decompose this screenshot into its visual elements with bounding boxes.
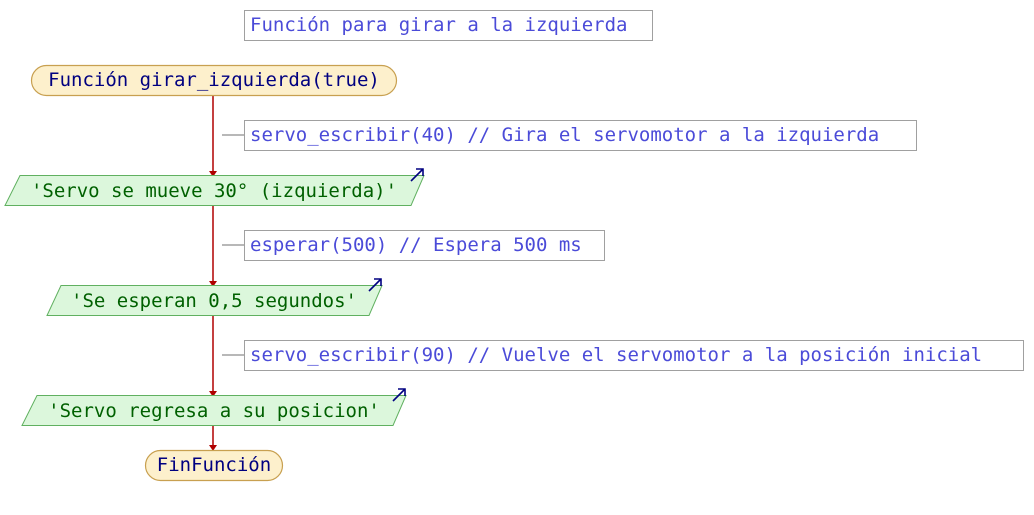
flowchart-diagram: Función para girar a la izquierda Funció… <box>4 10 1024 482</box>
instruction-step-1[interactable]: servo_escribir(40) // Gira el servomotor… <box>222 120 917 151</box>
title-comment-text: Función para girar a la izquierda <box>250 14 628 36</box>
title-comment[interactable]: Función para girar a la izquierda <box>244 10 653 41</box>
start-terminal[interactable]: Función girar_izquierda(true) <box>30 64 398 97</box>
instruction-text-3: servo_escribir(90) // Vuelve el servomot… <box>250 344 982 366</box>
output-text-2: 'Se esperan 0,5 segundos' <box>71 290 357 312</box>
instruction-step-3[interactable]: servo_escribir(90) // Vuelve el servomot… <box>222 340 1024 371</box>
output-text-3: 'Servo regresa a su posicion' <box>48 400 380 422</box>
output-text-1: 'Servo se mueve 30° (izquierda)' <box>31 180 397 202</box>
instruction-text-1: servo_escribir(40) // Gira el servomotor… <box>250 124 879 146</box>
instruction-text-2: esperar(500) // Espera 500 ms <box>250 234 582 256</box>
end-terminal[interactable]: FinFunción <box>144 449 284 482</box>
start-terminal-label: Función girar_izquierda(true) <box>48 69 380 91</box>
instruction-step-2[interactable]: esperar(500) // Espera 500 ms <box>222 230 605 261</box>
end-terminal-label: FinFunción <box>157 454 271 476</box>
